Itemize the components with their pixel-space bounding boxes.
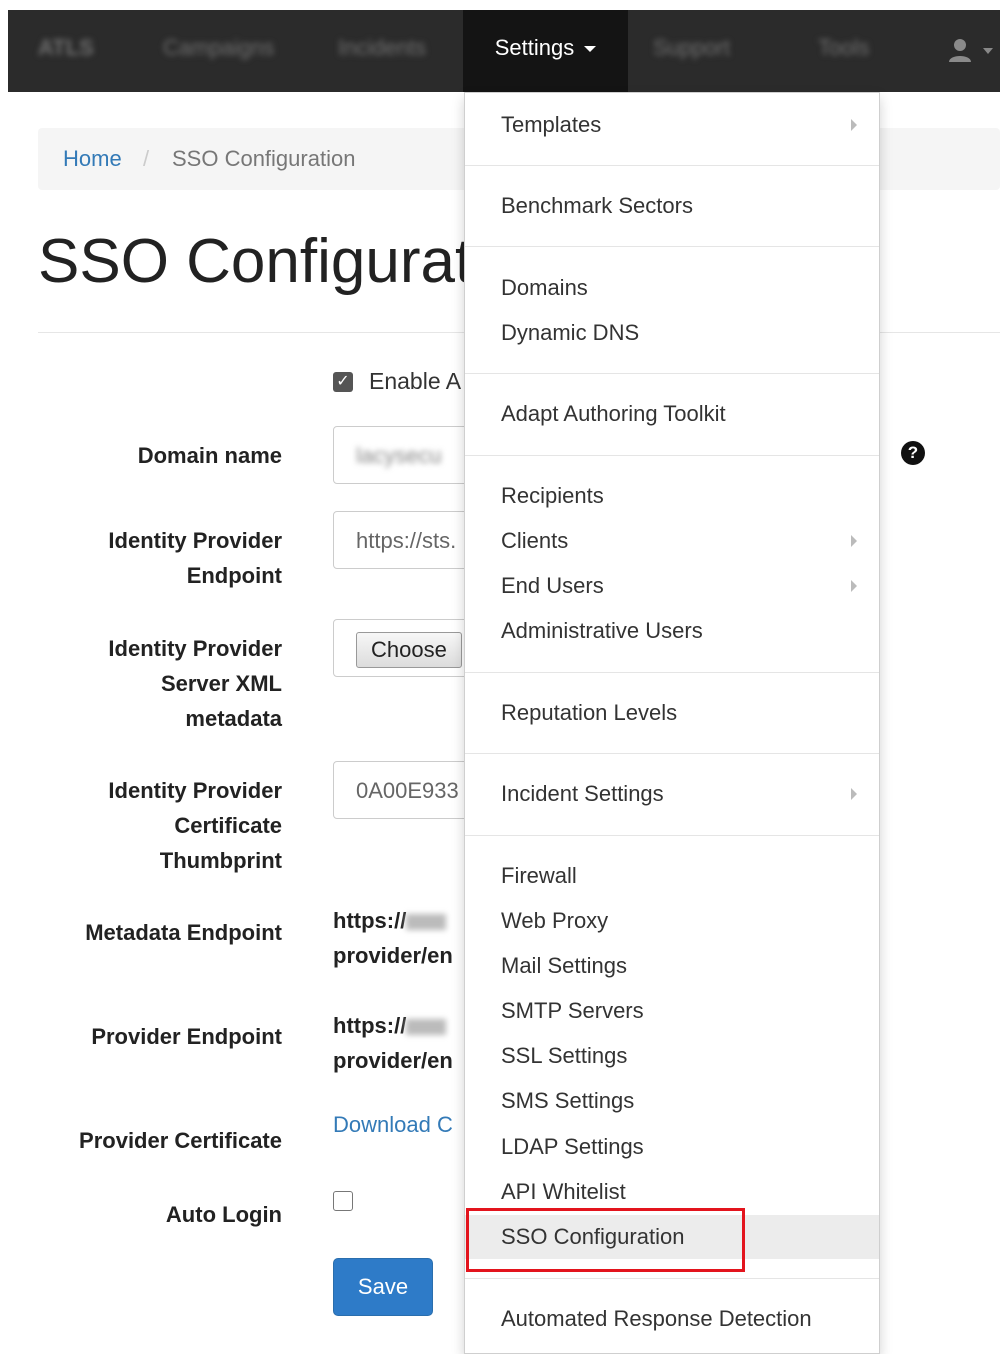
menu-item-end-users[interactable]: End Users xyxy=(501,571,604,601)
menu-divider xyxy=(465,1278,879,1279)
menu-divider xyxy=(465,753,879,754)
menu-item-smtp-servers[interactable]: SMTP Servers xyxy=(501,996,644,1026)
provider-certificate-label: Provider Certificate xyxy=(79,1128,282,1153)
menu-item-ldap-settings[interactable]: LDAP Settings xyxy=(501,1132,644,1162)
menu-item-sms-settings[interactable]: SMS Settings xyxy=(501,1086,634,1116)
menu-item-adapt-authoring-toolkit[interactable]: Adapt Authoring Toolkit xyxy=(501,399,726,429)
auto-login-checkbox[interactable] xyxy=(333,1191,353,1211)
provider-endpoint-line: provider/en xyxy=(333,1048,453,1073)
redacted-text xyxy=(406,914,447,931)
page-title: SSO Configurat xyxy=(38,227,473,296)
caret-down-icon xyxy=(584,46,597,53)
chevron-right-icon xyxy=(851,788,857,800)
enable-label: Enable A xyxy=(369,368,462,394)
menu-item-firewall[interactable]: Firewall xyxy=(501,861,577,891)
menu-divider xyxy=(465,455,879,456)
chevron-right-icon xyxy=(851,580,857,592)
idp-endpoint-label-line: Endpoint xyxy=(186,563,282,588)
breadcrumb-current: SSO Configuration xyxy=(172,146,356,171)
nav-item-support[interactable]: Support xyxy=(653,10,730,92)
choose-file-button[interactable]: Choose xyxy=(356,632,462,668)
menu-divider xyxy=(465,835,879,836)
save-button[interactable]: Save xyxy=(333,1258,433,1316)
metadata-endpoint-line: https:// xyxy=(333,908,407,933)
provider-endpoint-line: https:// xyxy=(333,1013,407,1038)
idp-thumbprint-label-line: Thumbprint xyxy=(159,848,282,873)
domain-name-label: Domain name xyxy=(137,443,282,468)
menu-item-ssl-settings[interactable]: SSL Settings xyxy=(501,1041,627,1071)
top-navbar: ATLS Campaigns Incidents Settings Suppor… xyxy=(8,10,1000,92)
auto-login-label: Auto Login xyxy=(165,1202,282,1227)
brand-logo[interactable]: ATLS xyxy=(38,10,94,92)
highlight-box xyxy=(466,1208,745,1272)
metadata-endpoint-label: Metadata Endpoint xyxy=(85,920,282,945)
menu-divider xyxy=(465,165,879,166)
nav-item-tools[interactable]: Tools xyxy=(818,10,869,92)
nav-item-incidents[interactable]: Incidents xyxy=(338,10,426,92)
menu-item-web-proxy[interactable]: Web Proxy xyxy=(501,906,608,936)
menu-item-automated-response-detection[interactable]: Automated Response Detection xyxy=(501,1304,812,1334)
settings-dropdown-menu: Templates Benchmark Sectors Domains Dyna… xyxy=(464,92,880,1354)
menu-item-recipients[interactable]: Recipients xyxy=(501,481,604,511)
idp-thumbprint-label-line: Identity Provider xyxy=(108,778,282,803)
metadata-endpoint-line: provider/en xyxy=(333,943,453,968)
user-caret-icon xyxy=(983,48,993,54)
menu-item-administrative-users[interactable]: Administrative Users xyxy=(501,616,703,646)
nav-item-campaigns[interactable]: Campaigns xyxy=(163,10,274,92)
help-icon[interactable]: ? xyxy=(901,441,925,465)
enable-checkbox[interactable]: ✓ xyxy=(333,372,353,392)
redacted-text xyxy=(406,1019,447,1036)
idp-metadata-label-line: Identity Provider xyxy=(108,636,282,661)
provider-endpoint-value: https:// provider/en xyxy=(333,1008,453,1078)
user-icon[interactable] xyxy=(946,36,974,64)
provider-endpoint-label: Provider Endpoint xyxy=(91,1024,282,1049)
idp-endpoint-label-line: Identity Provider xyxy=(108,528,282,553)
chevron-right-icon xyxy=(851,535,857,547)
menu-item-reputation-levels[interactable]: Reputation Levels xyxy=(501,698,677,728)
breadcrumb-home-link[interactable]: Home xyxy=(63,128,122,190)
idp-metadata-label: Identity Provider Server XML metadata xyxy=(108,631,282,736)
idp-thumbprint-label-line: Certificate xyxy=(174,813,282,838)
idp-endpoint-label: Identity Provider Endpoint xyxy=(108,523,282,593)
menu-item-incident-settings[interactable]: Incident Settings xyxy=(501,779,664,809)
chevron-right-icon xyxy=(851,119,857,131)
metadata-endpoint-value: https:// provider/en xyxy=(333,903,453,973)
menu-item-clients[interactable]: Clients xyxy=(501,526,568,556)
nav-item-settings[interactable]: Settings xyxy=(463,10,628,92)
nav-settings-label: Settings xyxy=(494,35,575,60)
menu-divider xyxy=(465,373,879,374)
download-certificate-link[interactable]: Download C xyxy=(333,1112,453,1138)
menu-item-dynamic-dns[interactable]: Dynamic DNS xyxy=(501,318,639,348)
idp-thumbprint-label: Identity Provider Certificate Thumbprint xyxy=(108,773,282,878)
menu-divider xyxy=(465,246,879,247)
idp-metadata-label-line: metadata xyxy=(185,706,282,731)
idp-metadata-label-line: Server XML xyxy=(160,671,282,696)
menu-item-templates[interactable]: Templates xyxy=(501,110,601,140)
menu-item-mail-settings[interactable]: Mail Settings xyxy=(501,951,627,981)
menu-item-benchmark-sectors[interactable]: Benchmark Sectors xyxy=(501,191,693,221)
breadcrumb-separator: / xyxy=(143,146,150,171)
menu-item-domains[interactable]: Domains xyxy=(501,273,588,303)
menu-divider xyxy=(465,672,879,673)
menu-item-api-whitelist[interactable]: API Whitelist xyxy=(501,1177,626,1207)
